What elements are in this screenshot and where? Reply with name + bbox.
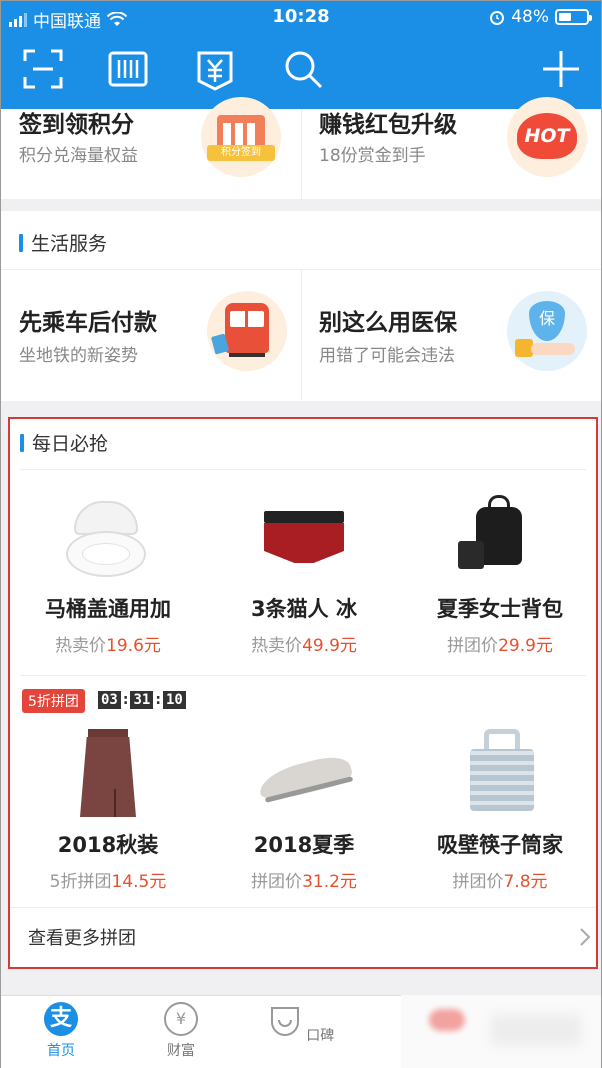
shield-badge: 保 — [529, 301, 565, 341]
alipay-home-icon: 支 — [44, 1002, 78, 1036]
train-icon — [207, 291, 287, 371]
tab-wealth-label: 财富 — [167, 1043, 195, 1059]
header: 中国联通 10:28 48% — [1, 1, 601, 109]
tab-koubei-label: 口碑 — [306, 1028, 335, 1044]
underwear-image — [244, 493, 364, 583]
timer-minutes: 31 — [130, 691, 154, 709]
checkin-badge: 积分签到 — [207, 145, 275, 161]
status-bar: 中国联通 10:28 48% — [1, 1, 601, 33]
service-ride-title: 先乘车后付款 — [19, 310, 157, 336]
product-backpack[interactable]: 夏季女士背包 拼团价29.9元 — [402, 493, 598, 656]
blurred-area — [401, 995, 601, 1068]
backpack-image — [440, 493, 560, 583]
product-name: 马桶盖通用加 — [45, 597, 171, 621]
battery-percent: 48% — [511, 7, 549, 27]
product-name: 吸壁筷子筒家 — [437, 833, 563, 857]
shoe-image — [244, 729, 364, 819]
checkin-subtitle: 积分兑海量权益 — [19, 146, 138, 166]
toolbar — [1, 47, 601, 97]
life-services-title: 生活服务 — [31, 233, 108, 255]
battery-icon — [555, 9, 592, 25]
service-medical-subtitle: 用错了可能会违法 — [319, 346, 455, 366]
life-services: 生活服务 先乘车后付款 坐地铁的新姿势 别这么用医保 用错了可能会违法 保 — [1, 211, 601, 401]
skirt-image — [48, 729, 168, 819]
redpacket-subtitle: 18份赏金到手 — [319, 146, 426, 166]
checkin-card[interactable]: 签到领积分 积分兑海量权益 积分签到 — [1, 97, 301, 199]
service-ride-subtitle: 坐地铁的新姿势 — [19, 346, 138, 366]
product-name: 2018夏季 — [253, 833, 355, 857]
product-underwear[interactable]: 3条猫人 冰 热卖价49.9元 — [206, 493, 402, 656]
plus-icon[interactable] — [539, 47, 583, 91]
countdown-timer: 03 : 31 : 10 — [98, 691, 186, 709]
hot-icon: HOT — [507, 97, 587, 177]
calendar-icon: 积分签到 — [201, 97, 281, 177]
product-skirt[interactable]: 2018秋装 5折拼团14.5元 — [10, 729, 206, 892]
daily-deals-heading: 每日必抢 — [20, 429, 108, 456]
yen-icon: ¥ — [164, 1002, 198, 1036]
view-more-group-buy[interactable]: 查看更多拼团 — [10, 907, 596, 967]
daily-deals-title: 每日必抢 — [32, 433, 109, 455]
life-services-heading: 生活服务 — [19, 229, 107, 256]
product-name: 夏季女士背包 — [437, 597, 563, 621]
promo-cards: 签到领积分 积分兑海量权益 积分签到 赚钱红包升级 18份赏金到手 HOT — [1, 97, 601, 199]
service-medical-insurance[interactable]: 别这么用医保 用错了可能会违法 保 — [301, 269, 601, 401]
shield-hand-icon: 保 — [507, 291, 587, 371]
product-price: 热卖价49.9元 — [251, 636, 357, 656]
toilet-seat-image — [48, 493, 168, 583]
redpacket-title: 赚钱红包升级 — [319, 112, 457, 138]
group-discount-tag: 5折拼团 — [22, 689, 85, 713]
scan-icon[interactable] — [21, 47, 65, 91]
checkin-title: 签到领积分 — [19, 112, 134, 138]
hot-badge: HOT — [524, 125, 570, 147]
product-price: 5折拼团14.5元 — [49, 872, 167, 892]
service-ride-first[interactable]: 先乘车后付款 坐地铁的新姿势 — [1, 269, 301, 401]
tab-koubei[interactable]: 口碑 — [261, 1002, 341, 1045]
tab-home-label: 首页 — [47, 1043, 75, 1059]
product-chopstick-holder[interactable]: 吸壁筷子筒家 拼团价7.8元 — [402, 729, 598, 892]
product-toilet-seat[interactable]: 马桶盖通用加 热卖价19.6元 — [10, 493, 206, 656]
timer-seconds: 10 — [162, 691, 186, 709]
product-price: 拼团价7.8元 — [452, 872, 548, 892]
daily-deals-section: 每日必抢 马桶盖通用加 热卖价19.6元 3条猫人 冰 热卖价49.9元 夏季女… — [8, 417, 598, 969]
search-icon[interactable] — [281, 47, 325, 91]
koubei-icon — [270, 1007, 299, 1036]
service-medical-title: 别这么用医保 — [319, 310, 457, 336]
product-shoe[interactable]: 2018夏季 拼团价31.2元 — [206, 729, 402, 892]
redpacket-card[interactable]: 赚钱红包升级 18份赏金到手 HOT — [301, 97, 601, 199]
product-name: 3条猫人 冰 — [251, 597, 357, 621]
barcode-icon[interactable] — [106, 47, 150, 91]
tab-wealth[interactable]: ¥ 财富 — [141, 1002, 221, 1060]
tab-home[interactable]: 支 首页 — [21, 1002, 101, 1060]
view-more-label: 查看更多拼团 — [28, 928, 136, 949]
chevron-right-icon — [580, 928, 591, 946]
timer-hours: 03 — [98, 691, 121, 709]
product-price: 拼团价29.9元 — [447, 636, 553, 656]
product-price: 热卖价19.6元 — [55, 636, 161, 656]
chopstick-holder-image — [440, 729, 560, 819]
pay-code-icon[interactable] — [193, 47, 237, 91]
alarm-icon — [490, 11, 505, 25]
product-name: 2018秋装 — [57, 833, 159, 857]
product-price: 拼团价31.2元 — [251, 872, 357, 892]
